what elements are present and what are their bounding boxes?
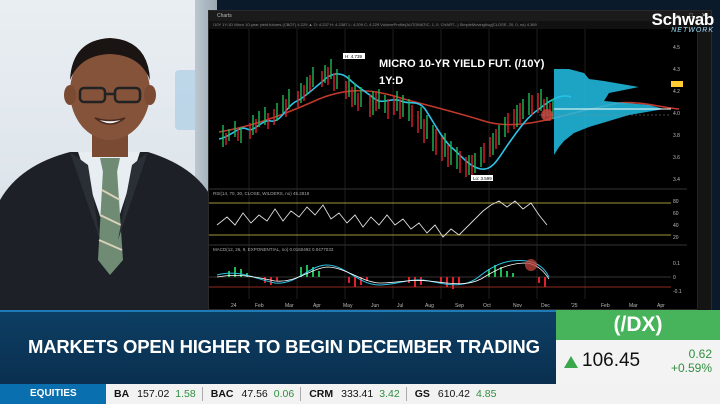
rsi-axis-label: 20	[673, 235, 679, 241]
x-axis-label: Apr	[313, 303, 321, 309]
price-axis-label: 4.3	[673, 67, 680, 73]
macd-axis-label: 0	[673, 275, 676, 281]
price-axis-label: 3.8	[673, 133, 680, 139]
headline: MARKETS OPEN HIGHER TO BEGIN DECEMBER TR…	[28, 336, 540, 357]
quote-body: 106.45 0.62 +0.59%	[556, 340, 720, 384]
x-axis-label: Mar	[285, 303, 294, 309]
x-axis-label: Aug	[425, 303, 434, 309]
presenter-figure	[0, 38, 215, 310]
price-axis-label: 3.6	[673, 155, 680, 161]
chart-timeframe: 1Y:D	[379, 75, 403, 87]
ticker-symbol: BAC	[210, 388, 234, 400]
broadcast-frame: Charts – □ ✕ /10Y 1Y:1D Micro 10-year yi…	[0, 0, 720, 404]
x-axis-label: Feb	[601, 303, 610, 309]
ticker-symbol: CRM	[309, 388, 334, 400]
rsi-axis-label: 40	[673, 223, 679, 229]
x-axis-label: Mar	[629, 303, 638, 309]
macd-axis-label: -0.1	[673, 289, 682, 295]
price-axis-label: 4.2	[673, 89, 680, 95]
ticker-price: 610.42	[437, 388, 470, 400]
x-axis-label: Jul	[397, 303, 403, 309]
chart-toolbar[interactable]: /10Y 1Y:1D Micro 10-year yield futures (…	[209, 21, 711, 29]
chart-side-panel[interactable]	[697, 29, 711, 311]
ticker-divider	[405, 387, 407, 401]
ticker-price: 47.56	[241, 388, 268, 400]
x-axis-label: '25	[571, 303, 578, 309]
chart-window[interactable]: Charts – □ ✕ /10Y 1Y:1D Micro 10-year yi…	[208, 10, 712, 311]
chart-window-titlebar: Charts – □ ✕	[209, 11, 711, 21]
x-axis-label: 24	[231, 303, 237, 309]
macd-axis-label: 0.1	[673, 261, 680, 267]
price-chart[interactable]: 4.5 4.3 4.2 4.0 3.8 3.6 3.4 H: 4.739 Lo:…	[209, 29, 699, 311]
rsi-axis-label: 60	[673, 211, 679, 217]
ticker-items: BA 157.02 1.58 BAC 47.56 0.06 CRM 333.41…	[114, 384, 502, 404]
quote-price: 106.45	[582, 350, 641, 371]
quote-change-value: 0.62	[688, 347, 712, 361]
ticker-symbol: BA	[114, 388, 130, 400]
chart-toolbar-readout: /10Y 1Y:1D Micro 10-year yield futures (…	[213, 22, 537, 27]
macd-label: MACD(12, 26, 9, EXPONENTIAL, no) 0.01604…	[213, 247, 334, 252]
ticker-change: 4.85	[475, 388, 497, 400]
x-axis-label: Nov	[513, 303, 522, 309]
x-axis-label: Sep	[455, 303, 464, 309]
chart-window-title: Charts	[217, 13, 232, 19]
network-logo: Schwab NETWORK	[652, 10, 715, 34]
x-axis-label: Feb	[255, 303, 264, 309]
quote-change-percent: +0.59%	[670, 361, 712, 375]
chart-annotation: MICRO 10-YR YIELD FUT. (/10Y)	[379, 58, 545, 70]
x-axis-label: Jun	[371, 303, 379, 309]
quote-symbol: (/DX)	[556, 310, 720, 340]
x-axis-label: May	[343, 303, 353, 309]
price-axis-label: 4.0	[673, 111, 680, 117]
low-label: Lo: 3.599	[473, 176, 492, 181]
ticker-item: CRM 333.41 3.42	[309, 387, 414, 401]
ticker-divider	[201, 387, 203, 401]
ticker-item: GS 610.42 4.85	[415, 388, 503, 400]
ticker-change: 1.58	[175, 388, 196, 400]
x-axis-label: Apr	[657, 303, 665, 309]
ticker-category: EQUITIES	[0, 384, 106, 404]
rsi-axis-label: 80	[673, 199, 679, 205]
ticker-change: 0.06	[273, 388, 295, 400]
up-arrow-icon	[564, 356, 578, 368]
ticker-item: BAC 47.56 0.06	[211, 387, 309, 401]
x-axis-label: Oct	[483, 303, 491, 309]
quote-box: (/DX) 106.45 0.62 +0.59%	[556, 310, 720, 384]
ticker-price: 333.41	[341, 388, 374, 400]
ticker-divider	[300, 387, 302, 401]
ticker-item: BA 157.02 1.58	[114, 387, 211, 401]
price-axis-label: 3.4	[673, 177, 680, 183]
x-axis-label: Dec	[541, 303, 550, 309]
high-label: H: 4.739	[345, 54, 363, 59]
ticker-bar: EQUITIES BA 157.02 1.58 BAC 47.56 0.06 C…	[0, 384, 720, 404]
ticker-change: 3.42	[379, 388, 400, 400]
quote-change: 0.62 +0.59%	[671, 347, 712, 375]
price-axis-label: 4.5	[673, 45, 680, 51]
ticker-symbol: GS	[414, 388, 430, 400]
rsi-label: RSI(14, 70, 30, CLOSE, WILDERS, no) 45.2…	[213, 191, 310, 196]
ticker-price: 157.02	[137, 388, 170, 400]
